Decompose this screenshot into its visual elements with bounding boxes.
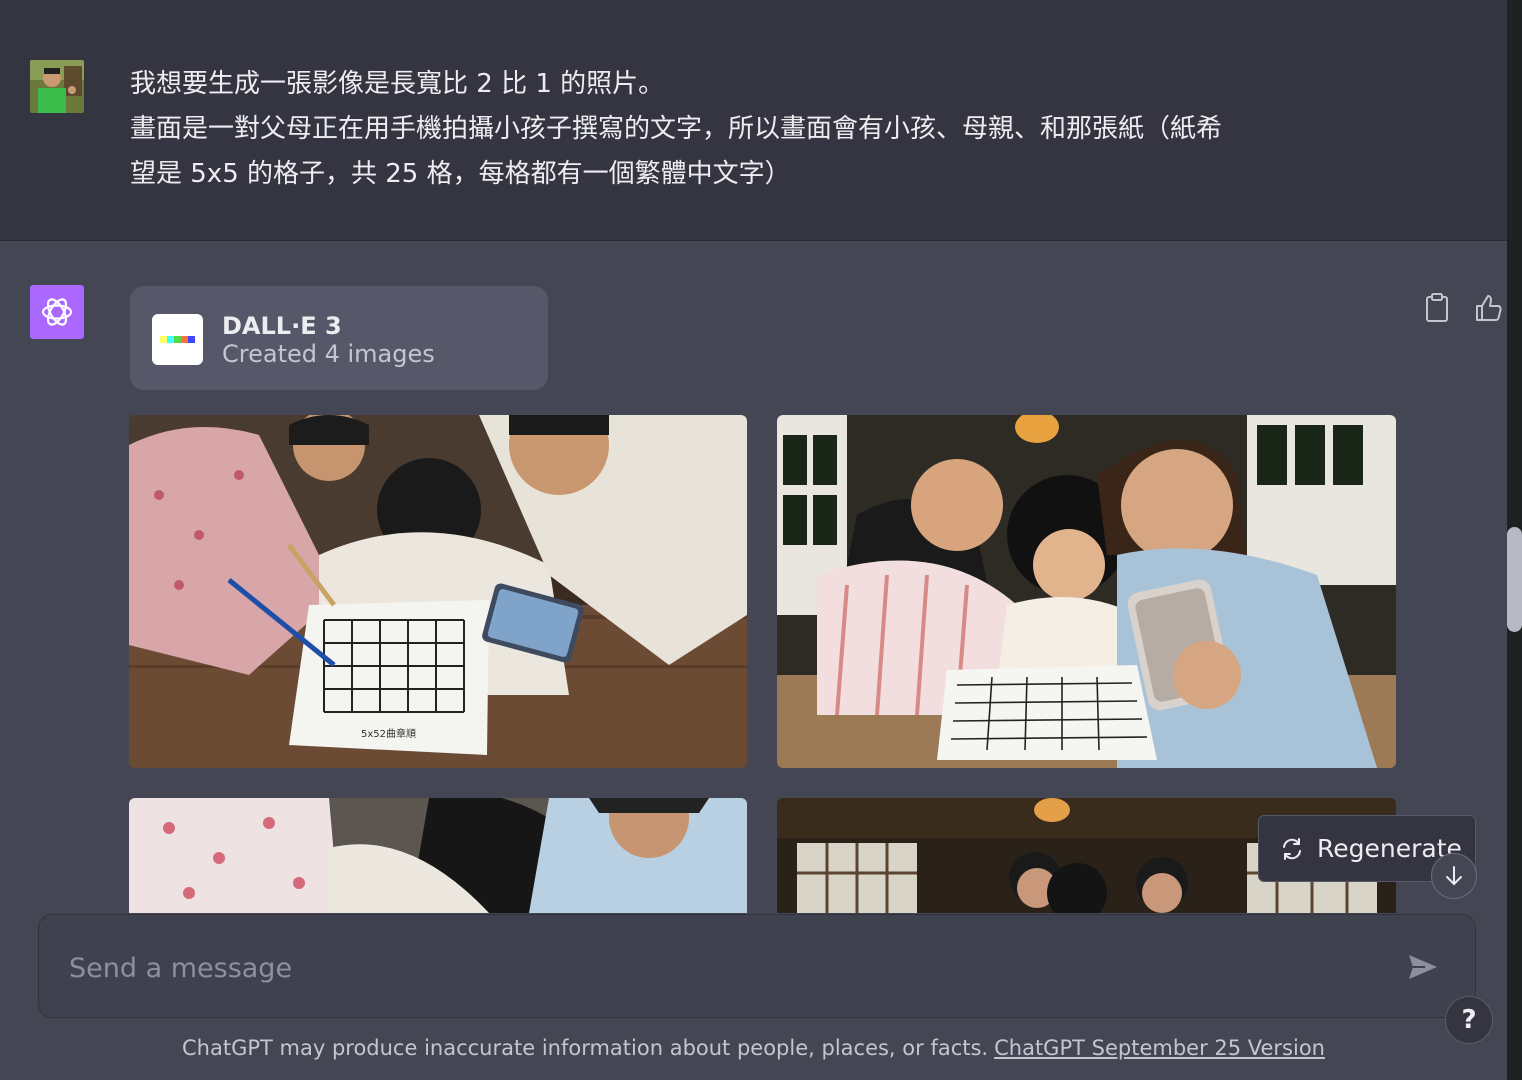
arrow-down-icon	[1446, 866, 1462, 886]
generated-image-3[interactable]	[129, 798, 747, 913]
message-input[interactable]	[67, 945, 1371, 991]
tool-name: DALL·E 3	[222, 312, 342, 340]
send-icon	[1409, 955, 1437, 979]
user-message-line: 我想要生成一張影像是長寬比 2 比 1 的照片。	[130, 69, 665, 99]
user-avatar	[30, 60, 84, 113]
paper-caption: 5x52曲章順	[361, 727, 416, 740]
generated-image-2[interactable]	[777, 415, 1396, 768]
message-actions	[1422, 292, 1504, 324]
dalle-tool-card[interactable]: DALL·E 3 Created 4 images	[130, 286, 548, 390]
generated-image-1[interactable]: 5x52曲章順	[129, 415, 747, 768]
user-message-line: 畫面是一對父母正在用手機拍攝小孩子撰寫的文字，所以畫面會有小孩、母親、和那張紙（…	[130, 114, 1223, 144]
help-button[interactable]: ?	[1445, 996, 1493, 1044]
message-composer	[38, 914, 1476, 1018]
scrollbar-thumb[interactable]	[1507, 527, 1522, 632]
send-button[interactable]	[1405, 949, 1441, 985]
tool-status: Created 4 images	[222, 340, 435, 368]
chatgpt-logo-icon	[30, 285, 84, 339]
user-message-line: 望是 5x5 的格子，共 25 格，每格都有一個繁體中文字）	[130, 159, 791, 189]
refresh-icon	[1283, 837, 1301, 860]
thumbs-up-icon[interactable]	[1474, 292, 1504, 324]
footer-text: ChatGPT may produce inaccurate informati…	[182, 1036, 989, 1060]
version-link[interactable]: ChatGPT September 25 Version	[994, 1036, 1325, 1060]
top-strip	[0, 0, 1507, 15]
user-message-text: 我想要生成一張影像是長寬比 2 比 1 的照片。 畫面是一對父母正在用手機拍攝小…	[130, 62, 1400, 197]
footer-disclaimer: ChatGPT may produce inaccurate informati…	[0, 1036, 1507, 1060]
dalle-logo-icon	[152, 314, 203, 365]
clipboard-icon[interactable]	[1422, 292, 1452, 324]
scroll-to-bottom-button[interactable]	[1431, 853, 1477, 899]
help-label: ?	[1461, 1005, 1477, 1035]
